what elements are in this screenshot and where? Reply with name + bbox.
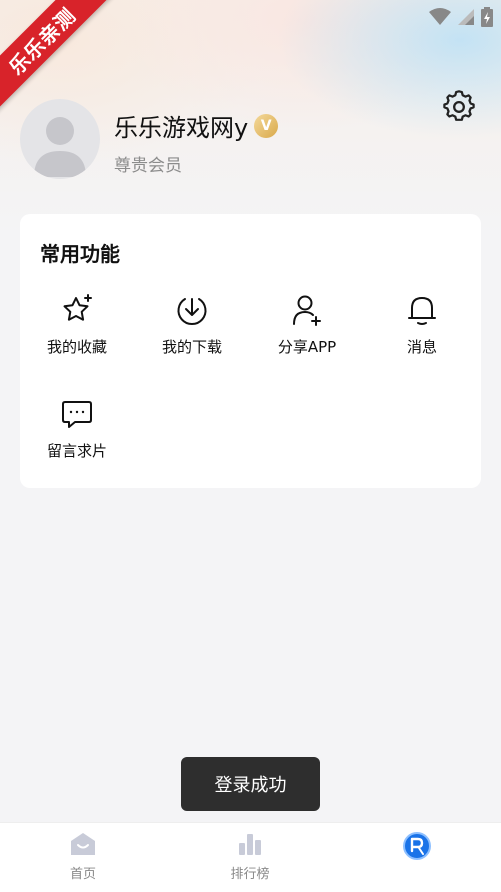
profile-logo-icon: [403, 832, 431, 860]
toast-message: 登录成功: [181, 757, 320, 811]
username-text: 乐乐游戏网y: [114, 114, 249, 142]
star-plus-icon: [63, 294, 92, 321]
function-label: 分享APP: [277, 338, 337, 356]
settings-button[interactable]: [442, 89, 476, 123]
bottom-tab-bar: 首页 排行榜: [0, 822, 501, 892]
tab-ranking[interactable]: 排行榜: [210, 831, 290, 882]
add-user-icon: [293, 295, 321, 326]
wifi-icon: [429, 8, 451, 25]
username: 乐乐游戏网y V: [114, 108, 279, 143]
tab-label: 排行榜: [230, 867, 270, 882]
battery-icon: [481, 7, 493, 27]
vip-badge-icon: V: [254, 113, 279, 138]
function-request-movie[interactable]: 留言求片: [27, 396, 127, 461]
function-label: 消息: [406, 338, 437, 356]
tab-label: 首页: [69, 867, 96, 882]
chart-bar-icon: [239, 834, 261, 855]
tab-profile[interactable]: [377, 831, 457, 867]
function-label: 我的下载: [161, 338, 222, 356]
function-favorites[interactable]: 我的收藏: [27, 292, 127, 357]
function-label: 留言求片: [46, 442, 107, 460]
home-icon: [71, 833, 95, 855]
avatar[interactable]: [20, 99, 100, 179]
message-icon: [62, 401, 92, 428]
function-messages[interactable]: 消息: [372, 292, 472, 357]
signal-icon: [458, 9, 474, 25]
function-share-app[interactable]: 分享APP: [257, 292, 357, 357]
functions-title: 常用功能: [40, 242, 120, 266]
function-label: 我的收藏: [46, 338, 107, 356]
gear-icon: [443, 90, 475, 121]
member-level: 尊贵会员: [114, 156, 182, 176]
function-downloads[interactable]: 我的下载: [142, 292, 242, 357]
vip-badge-text: V: [260, 117, 272, 134]
tab-home[interactable]: 首页: [43, 831, 123, 882]
download-icon: [177, 298, 207, 325]
status-bar: [429, 6, 493, 28]
functions-card: 常用功能 我的收藏 我的下载 分享APP 消息 留言求片: [20, 214, 481, 488]
bell-icon: [408, 297, 436, 325]
default-avatar-icon: [34, 117, 86, 177]
